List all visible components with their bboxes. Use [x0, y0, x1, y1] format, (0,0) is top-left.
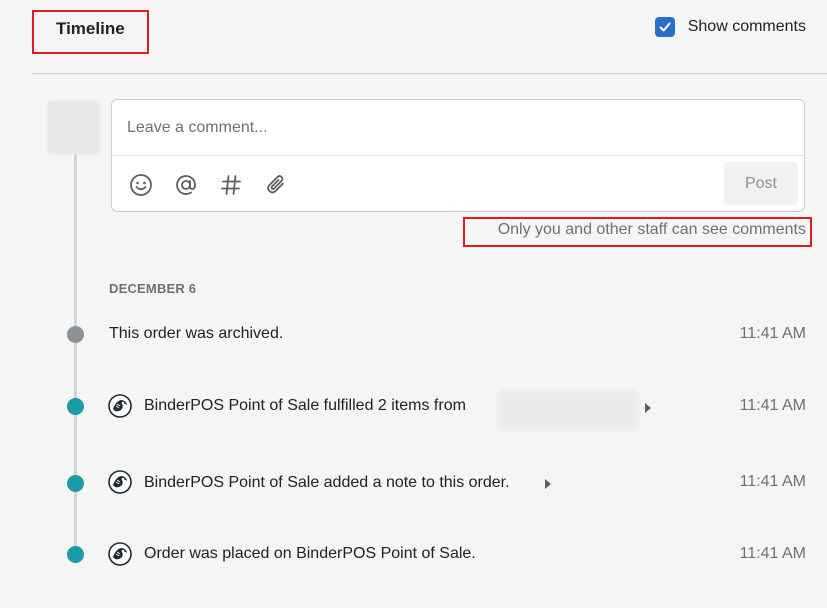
event-time: 11:41 AM — [739, 473, 806, 490]
timeline-event: Order was placed on BinderPOS Point of S… — [0, 541, 827, 566]
timeline-event[interactable]: BinderPOS Point of Sale added a note to … — [0, 469, 827, 494]
timeline-event[interactable]: BinderPOS Point of Sale fulfilled 2 item… — [0, 393, 827, 418]
timeline-header: Timeline Show comments — [0, 0, 827, 74]
date-heading: DECEMBER 6 — [109, 281, 197, 296]
show-comments-checkbox[interactable] — [654, 17, 675, 37]
composer-toolbar — [128, 172, 308, 198]
event-time: 11:41 AM — [739, 325, 806, 342]
timeline-dot — [67, 475, 84, 492]
expand-caret-icon[interactable] — [645, 403, 651, 413]
expand-caret-icon[interactable] — [545, 479, 551, 489]
show-comments-toggle[interactable]: Show comments — [654, 17, 806, 37]
timeline-dot — [67, 546, 84, 563]
timeline-event: This order was archived. 11:41 AM — [0, 322, 827, 346]
binderpos-app-icon — [108, 470, 132, 494]
show-comments-label[interactable]: Show comments — [688, 18, 806, 36]
post-button[interactable]: Post — [724, 162, 798, 205]
binderpos-app-icon — [108, 542, 132, 566]
checkmark-icon — [659, 22, 671, 32]
header-divider — [32, 73, 827, 74]
staff-visibility-note: Only you and other staff can see comment… — [497, 221, 806, 238]
binderpos-app-icon — [108, 394, 132, 418]
emoji-icon[interactable] — [128, 172, 154, 198]
event-text: Order was placed on BinderPOS Point of S… — [144, 545, 476, 562]
event-text: BinderPOS Point of Sale fulfilled 2 item… — [144, 397, 466, 414]
event-text: This order was archived. — [109, 325, 284, 342]
attachment-icon[interactable] — [263, 172, 289, 198]
hashtag-icon[interactable] — [218, 172, 244, 198]
comment-composer: Post — [111, 99, 805, 212]
event-time: 11:41 AM — [739, 545, 806, 562]
avatar — [47, 101, 100, 154]
timeline-line — [74, 150, 77, 555]
page-title: Timeline — [56, 19, 125, 38]
timeline-dot — [67, 398, 84, 415]
event-text: BinderPOS Point of Sale added a note to … — [144, 474, 510, 491]
event-time: 11:41 AM — [739, 397, 806, 414]
timeline-dot — [67, 326, 84, 343]
comment-input[interactable] — [112, 100, 804, 156]
mention-icon[interactable] — [173, 172, 199, 198]
